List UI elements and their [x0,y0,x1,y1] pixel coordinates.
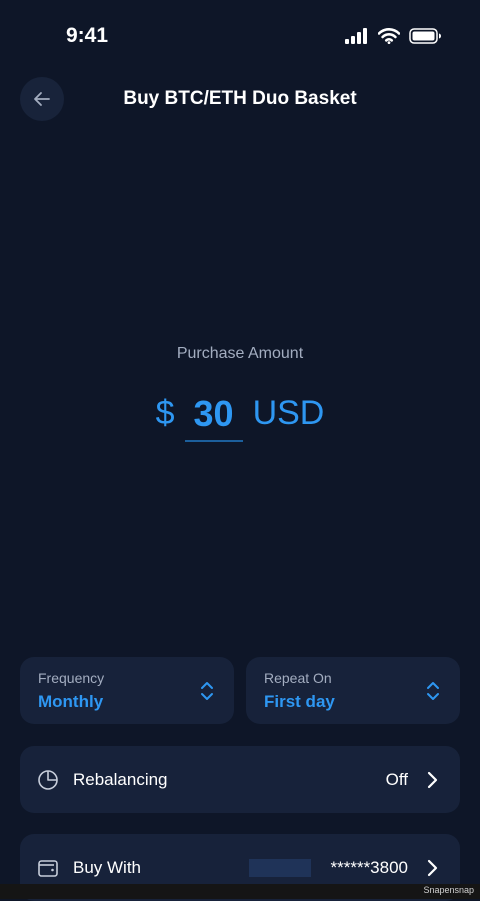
chevron-right-icon [426,858,438,883]
cellular-signal-icon [345,28,369,44]
rebalancing-value: Off [385,770,408,789]
chevron-up-down-icon [426,681,440,706]
buy-with-value: ******3800 [330,858,408,877]
battery-icon [409,28,442,44]
amount-input[interactable]: 30 [184,388,243,442]
wallet-icon [37,857,59,884]
pie-chart-icon [37,769,59,796]
chevron-right-icon [426,770,438,795]
status-bar: 9:41 [0,0,480,70]
currency-code: USD [252,394,325,432]
amount-row: $ 30 USD [0,388,480,444]
frequency-label: Frequency [38,670,105,686]
buy-with-label: Buy With [73,858,142,877]
frequency-value: Monthly [38,692,104,711]
repeat-on-select[interactable]: Repeat On First day [246,657,460,724]
status-time: 9:41 [66,24,109,47]
frequency-select[interactable]: Frequency Monthly [20,657,234,724]
watermark-bar: Snapensnap [0,884,480,899]
status-icons [345,26,442,46]
currency-symbol: $ [155,394,175,432]
masked-account-bar [249,859,311,877]
purchase-amount-label: Purchase Amount [176,345,304,362]
rebalancing-row[interactable]: Rebalancing Off [20,746,460,813]
repeat-on-label: Repeat On [264,670,332,686]
wifi-icon [378,28,400,44]
chevron-up-down-icon [200,681,214,706]
amount-value: 30 [193,393,234,434]
repeat-on-value: First day [264,692,335,711]
watermark-text: Snapensnap [423,885,474,895]
rebalancing-label: Rebalancing [73,770,168,789]
page-title: Buy BTC/ETH Duo Basket [123,88,357,109]
